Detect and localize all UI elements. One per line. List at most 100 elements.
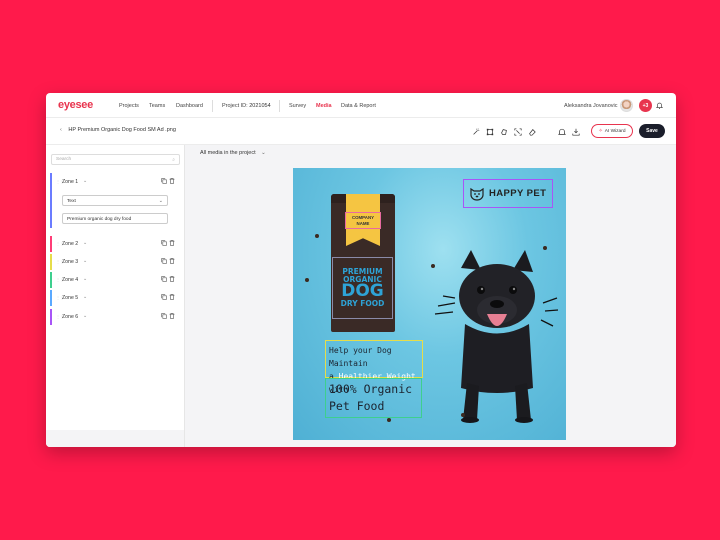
ad-image[interactable]: COMPANY NAME PREMIUM ORGANIC DOG DRY FOO… [293, 168, 566, 440]
zone-label: Zone 2 [62, 241, 79, 247]
tab-data-report[interactable]: Data & Report [341, 103, 376, 109]
nav-divider [279, 100, 280, 112]
trash-icon[interactable] [169, 313, 175, 319]
zone-label: Zone 3 [62, 259, 79, 265]
trash-icon[interactable] [169, 178, 175, 184]
chevron-down-icon: ⌄ [261, 150, 266, 156]
chevron-down-icon[interactable]: ⌄ [83, 276, 87, 282]
zone-text-input[interactable]: Premium organic dog dry food [62, 213, 168, 224]
polygon-select-icon[interactable] [500, 128, 508, 136]
media-filter-dropdown[interactable]: All media in the project ⌄ [200, 150, 266, 156]
eyesee-logo[interactable]: eyesee [58, 99, 93, 111]
copy-icon[interactable] [161, 178, 167, 184]
zone-item-1[interactable]: ⋮⋮ Zone 1 ⌄ [50, 174, 180, 190]
chevron-down-icon[interactable]: ⌄ [83, 240, 87, 246]
company-line-2: NAME [356, 221, 370, 226]
tagline-2-line-2: Pet Food [329, 399, 385, 413]
project-id-label: Project ID: [222, 103, 248, 109]
app-window: eyesee Projects Teams Dashboard Project … [46, 93, 676, 447]
zone-tagline-2[interactable]: 100% Organic Pet Food [325, 378, 422, 418]
zone-color-bar [50, 254, 52, 270]
kibble [305, 278, 309, 282]
ai-wizard-button[interactable]: ✧ AI Wizard [591, 124, 633, 138]
bag-text-line-4: DRY FOOD [340, 299, 385, 309]
tagline-2-line-1: 100% Organic [329, 382, 413, 396]
kibble [387, 418, 391, 422]
media-filter-value: All media in the project [200, 150, 256, 156]
zone-tagline-1[interactable]: Help your Dog Maintain a Healthier Weigh… [325, 340, 423, 394]
search-input[interactable]: Search ⌕ [51, 154, 180, 165]
eraser-icon[interactable] [528, 128, 536, 136]
zone-item-2[interactable]: ⋮⋮ Zone 2 ⌄ [50, 236, 180, 252]
search-placeholder: Search [56, 157, 72, 162]
nav-teams[interactable]: Teams [149, 103, 165, 109]
chevron-down-icon[interactable]: ⌄ [83, 178, 87, 184]
zone-bag-text[interactable]: PREMIUM ORGANIC DOG DRY FOOD [332, 257, 393, 319]
chevron-down-icon[interactable]: ⌄ [83, 294, 87, 300]
zone-type-select[interactable]: Text ⌄ [62, 195, 168, 206]
rectangle-select-icon[interactable] [486, 128, 494, 136]
zone-item-3[interactable]: ⋮⋮ Zone 3 ⌄ [50, 254, 180, 270]
copy-icon[interactable] [161, 313, 167, 319]
bag-text-line-3: DOG [341, 281, 384, 302]
zone-item-6[interactable]: ⋮⋮ Zone 6 ⌄ [50, 309, 180, 325]
zone-color-bar [50, 309, 52, 325]
kibble [431, 264, 435, 268]
dog-face-icon [470, 187, 484, 201]
copy-icon[interactable] [161, 294, 167, 300]
tab-media[interactable]: Media [316, 103, 332, 109]
brand-name: HAPPY PET [489, 188, 547, 199]
chevron-down-icon[interactable]: ⌄ [83, 313, 87, 319]
zone-color-bar [50, 290, 52, 306]
trash-icon[interactable] [169, 240, 175, 246]
save-button[interactable]: Save [639, 124, 665, 138]
trash-icon[interactable] [169, 276, 175, 282]
magic-select-icon[interactable] [472, 128, 480, 136]
kibble [461, 413, 465, 417]
zone-type-value: Text [67, 198, 76, 204]
user-name[interactable]: Aleksandra Jovanovic [564, 103, 618, 109]
nav-dashboard[interactable]: Dashboard [176, 103, 203, 109]
file-title-bar: ‹ HP Premium Organic Dog Food SM Ad .png [60, 127, 176, 133]
notification-icon[interactable] [558, 128, 566, 136]
zone-color-bar [50, 236, 52, 252]
media-toolbar: ‹ HP Premium Organic Dog Food SM Ad .png… [46, 118, 676, 145]
trash-icon[interactable] [169, 294, 175, 300]
expand-icon[interactable] [514, 128, 522, 136]
french-bulldog-image [434, 250, 559, 423]
zone-label: Zone 6 [62, 314, 79, 320]
search-icon: ⌕ [172, 157, 175, 163]
copy-icon[interactable] [161, 258, 167, 264]
copy-icon[interactable] [161, 276, 167, 282]
ai-wizard-label: AI Wizard [604, 128, 626, 134]
sparkle-icon: ✧ [598, 128, 603, 134]
trash-icon[interactable] [169, 258, 175, 264]
kibble [315, 234, 319, 238]
zone-label: Zone 1 [62, 179, 79, 185]
zone-brand-logo[interactable]: HAPPY PET [463, 179, 553, 208]
zone-item-5[interactable]: ⋮⋮ Zone 5 ⌄ [50, 290, 180, 306]
sidebar-footer [46, 430, 184, 447]
zone-label: Zone 5 [62, 295, 79, 301]
chevron-down-icon[interactable]: ⌄ [83, 258, 87, 264]
zone-item-4[interactable]: ⋮⋮ Zone 4 ⌄ [50, 272, 180, 288]
zone-company-name[interactable]: COMPANY NAME [345, 212, 381, 229]
nav-projects[interactable]: Projects [119, 103, 139, 109]
user-avatar[interactable] [620, 99, 633, 112]
back-chevron-icon[interactable]: ‹ [60, 127, 62, 133]
top-navigation: eyesee Projects Teams Dashboard Project … [46, 93, 676, 118]
download-icon[interactable] [572, 128, 580, 136]
zone-label: Zone 4 [62, 277, 79, 283]
zone-text-value: Premium organic dog dry food [67, 216, 132, 222]
chevron-down-icon: ⌄ [158, 198, 163, 204]
project-id: Project ID: 2021054 [222, 103, 271, 109]
nav-divider [212, 100, 213, 112]
tab-survey[interactable]: Survey [289, 103, 306, 109]
tagline-1-line-1: Help your Dog Maintain [329, 346, 392, 368]
copy-icon[interactable] [161, 240, 167, 246]
kibble [543, 246, 547, 250]
bell-icon[interactable] [656, 102, 663, 109]
file-title: HP Premium Organic Dog Food SM Ad .png [68, 127, 176, 133]
project-id-value: 2021054 [249, 103, 271, 109]
extra-users-badge[interactable]: +3 [639, 99, 652, 112]
